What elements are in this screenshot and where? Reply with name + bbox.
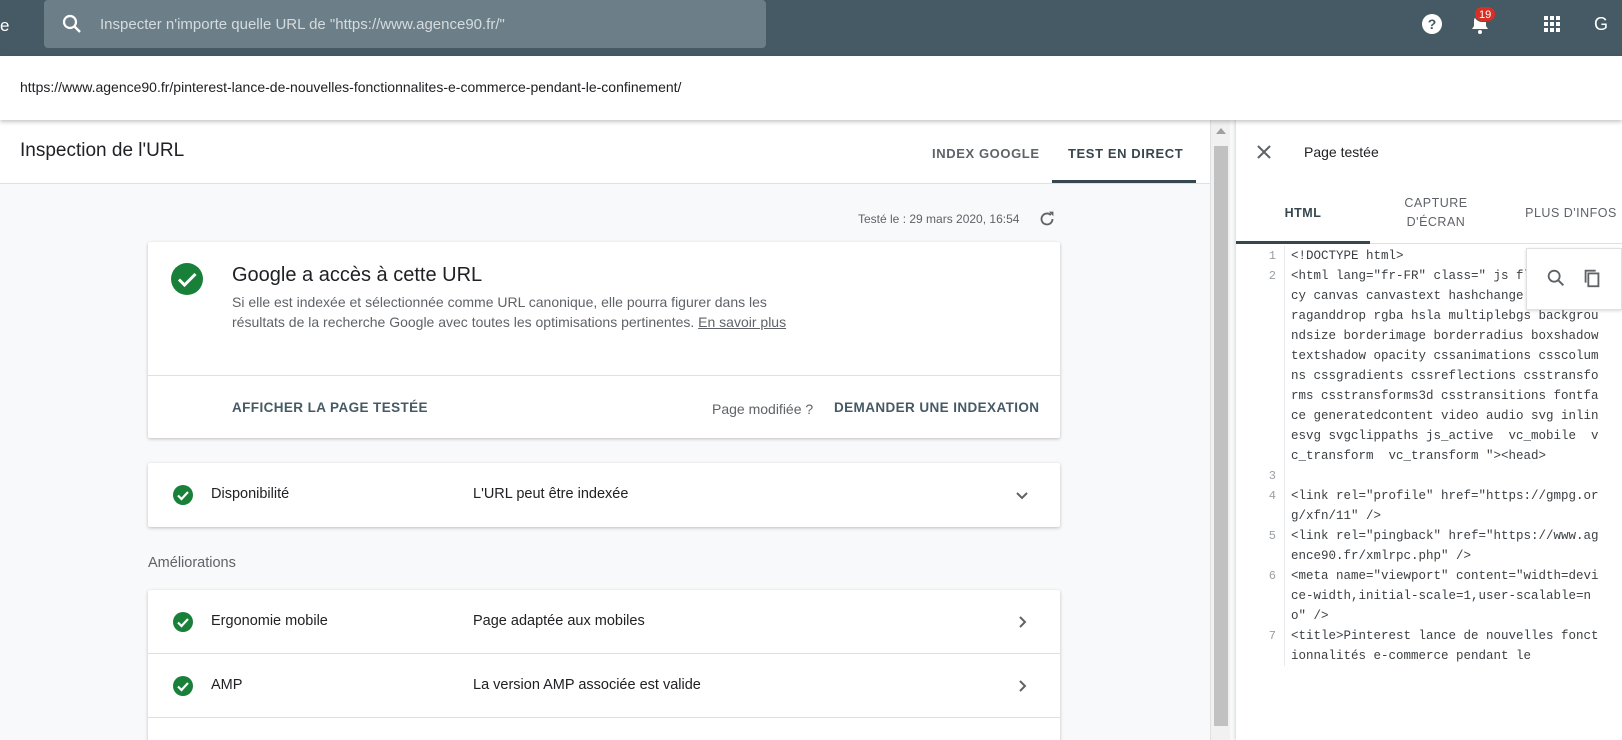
tab-index-google[interactable]: INDEX GOOGLE (932, 146, 1040, 161)
status-description: Si elle est indexée et sélectionnée comm… (232, 292, 812, 332)
improvement-value: Page adaptée aux mobiles (473, 613, 645, 629)
line-content: <link rel="profile" href="https://gmpg.o… (1284, 486, 1604, 526)
panel-tabs: HTML CAPTURE D'ÉCRAN PLUS D'INFOS (1236, 184, 1622, 244)
refresh-icon[interactable] (1036, 208, 1058, 230)
improvement-label: Ergonomie mobile (211, 613, 328, 629)
chevron-right-icon[interactable] (1010, 674, 1034, 698)
line-number: 7 (1268, 629, 1276, 643)
status-title: Google a accès à cette URL (232, 264, 483, 286)
active-tab-indicator (1236, 241, 1370, 244)
availability-row[interactable]: Disponibilité L'URL peut être indexée (148, 463, 1060, 527)
card-divider (148, 375, 1060, 376)
notification-count-badge: 19 (1474, 6, 1497, 22)
availability-label: Disponibilité (211, 486, 290, 502)
svg-text:?: ? (1428, 16, 1437, 32)
chevron-down-icon[interactable] (1010, 483, 1034, 507)
close-icon[interactable] (1252, 140, 1276, 164)
check-circle-icon (173, 676, 193, 696)
code-toolbar (1526, 248, 1622, 310)
scroll-up-arrow-icon[interactable] (1216, 128, 1226, 134)
line-content: <link rel="pingback" href="https://www.a… (1284, 526, 1604, 566)
tested-page-panel: Page testée HTML CAPTURE D'ÉCRAN PLUS D'… (1236, 120, 1622, 740)
inspected-url-bar: https://www.agence90.fr/pinterest-lance-… (0, 56, 1622, 120)
help-icon[interactable]: ? (1420, 12, 1444, 36)
line-number: 4 (1268, 489, 1276, 503)
line-content (1284, 466, 1604, 486)
active-tab-indicator (1052, 180, 1196, 183)
inspection-panel: Inspection de l'URL INDEX GOOGLE TEST EN… (0, 120, 1210, 740)
line-number: 1 (1268, 249, 1276, 263)
list-item[interactable]: AMP La version AMP associée est valide (148, 654, 1060, 718)
panel-title: Page testée (1304, 144, 1379, 160)
account-avatar[interactable]: G (1594, 14, 1608, 35)
apps-grid-icon[interactable] (1540, 12, 1564, 36)
top-bar: e ? 19 G (0, 0, 1622, 56)
page-modified-label: Page modifiée ? (712, 401, 814, 417)
url-search-input[interactable] (100, 0, 750, 48)
list-item[interactable]: Ergonomie mobile Page adaptée aux mobile… (148, 590, 1060, 654)
line-number: 3 (1268, 469, 1276, 483)
tab-plus-infos[interactable]: PLUS D'INFOS (1504, 204, 1622, 223)
line-content: <meta name="viewport" content="width=dev… (1284, 566, 1604, 626)
line-number: 6 (1268, 569, 1276, 583)
learn-more-link[interactable]: En savoir plus (698, 314, 786, 330)
check-circle-icon (171, 263, 203, 295)
page-title: Inspection de l'URL (20, 140, 185, 161)
tested-timestamp: Testé le : 29 mars 2020, 16:54 (858, 212, 1020, 226)
code-line: 4 <link rel="profile" href="https://gmpg.… (1236, 486, 1622, 526)
url-status-card: Google a accès à cette URL Si elle est i… (148, 242, 1060, 438)
inspection-header: Inspection de l'URL INDEX GOOGLE TEST EN… (0, 120, 1210, 184)
line-number: 2 (1268, 269, 1276, 283)
availability-value: L'URL peut être indexée (473, 486, 629, 502)
search-icon[interactable] (1545, 267, 1567, 289)
improvement-label: AMP (211, 677, 243, 693)
improvements-heading: Améliorations (148, 555, 236, 571)
tab-html[interactable]: HTML (1236, 204, 1370, 223)
chevron-right-icon[interactable] (1010, 610, 1034, 634)
improvement-value: La version AMP associée est valide (473, 677, 701, 693)
check-circle-icon (173, 612, 193, 632)
url-search-box[interactable] (44, 0, 766, 48)
code-line: 7 <title>Pinterest lance de nouvelles fon… (1236, 626, 1622, 666)
tab-capture-ecran[interactable]: CAPTURE D'ÉCRAN (1376, 194, 1496, 232)
line-number: 5 (1268, 529, 1276, 543)
scrollbar-thumb[interactable] (1214, 146, 1228, 726)
product-name-fragment: e (0, 16, 10, 35)
show-tested-page-button[interactable]: AFFICHER LA PAGE TESTÉE (232, 400, 428, 415)
code-line: 6 <meta name="viewport" content="width=de… (1236, 566, 1622, 626)
tab-test-en-direct[interactable]: TEST EN DIRECT (1068, 146, 1183, 161)
improvements-list: Ergonomie mobile Page adaptée aux mobile… (148, 590, 1060, 740)
search-icon (62, 14, 81, 33)
main-scrollbar[interactable] (1210, 120, 1230, 740)
check-circle-icon (173, 485, 193, 505)
code-line: 5 <link rel="pingback" href="https://www.… (1236, 526, 1622, 566)
code-line: 3 (1236, 466, 1622, 486)
inspected-url: https://www.agence90.fr/pinterest-lance-… (20, 79, 682, 95)
line-content: <title>Pinterest lance de nouvelles fonc… (1284, 626, 1604, 666)
status-description-text: Si elle est indexée et sélectionnée comm… (232, 294, 767, 330)
html-source-view[interactable]: 1 <!DOCTYPE html> 2 <html lang="fr-FR" clas… (1236, 246, 1622, 740)
request-indexing-button[interactable]: DEMANDER UNE INDEXATION (834, 400, 1039, 415)
copy-icon[interactable] (1581, 267, 1603, 289)
